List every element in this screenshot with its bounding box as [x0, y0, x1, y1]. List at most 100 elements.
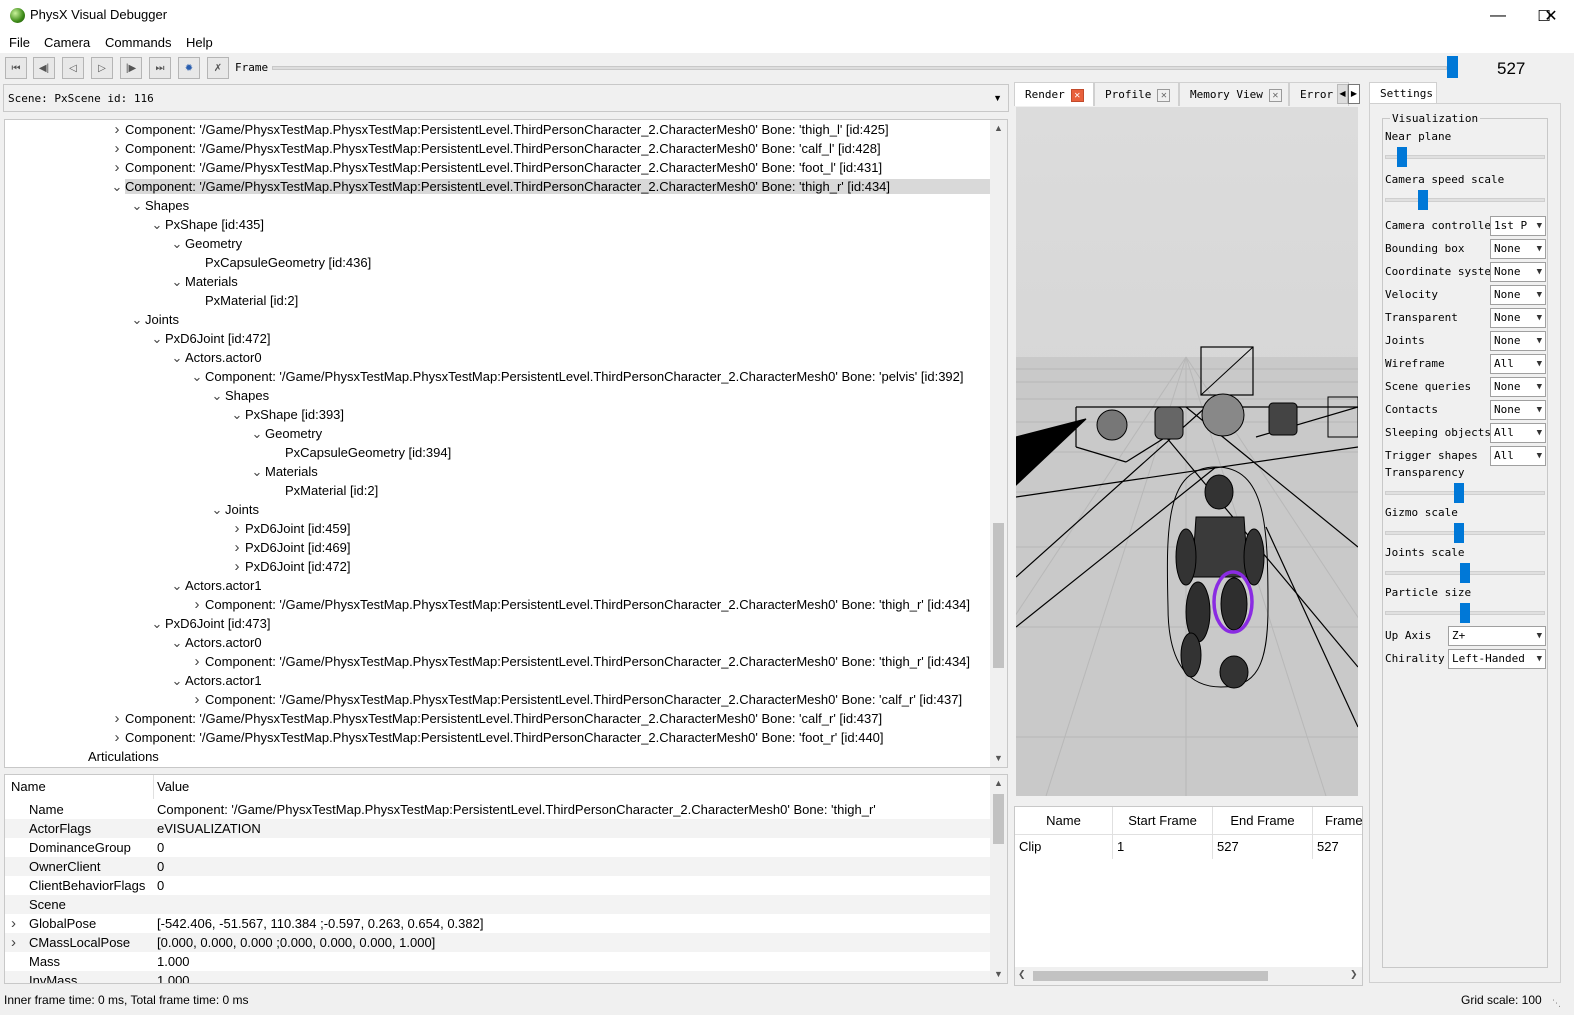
close-icon[interactable]: ✕: [1268, 88, 1282, 102]
clip-cell-end[interactable]: 527: [1213, 835, 1313, 859]
tree-node[interactable]: ⌄ Shapes: [209, 386, 270, 405]
combo-box[interactable]: None ▼: [1490, 308, 1546, 328]
clip-cell-frame[interactable]: 527: [1313, 835, 1362, 859]
clip-header-name[interactable]: Name: [1015, 807, 1113, 834]
props-scrollbar[interactable]: ▲ ▼: [990, 775, 1007, 983]
clip-header-frame[interactable]: Frame: [1313, 807, 1362, 834]
scroll-up-icon[interactable]: ▲: [990, 120, 1007, 137]
property-row[interactable]: › GlobalPose [-542.406, -51.567, 110.384 ;…: [5, 914, 991, 933]
frame-slider-thumb[interactable]: [1447, 56, 1458, 78]
chevron-down-icon[interactable]: ⌄: [129, 310, 145, 329]
scroll-down-icon[interactable]: ▼: [990, 966, 1007, 983]
property-row[interactable]: Name Component: '/Game/PhysxTestMap.Physx…: [5, 800, 991, 819]
chevron-right-icon[interactable]: ›: [229, 557, 245, 576]
scroll-thumb[interactable]: [993, 794, 1004, 844]
tree-node[interactable]: ⌄ Actors.actor0: [169, 348, 262, 367]
scroll-right-icon[interactable]: ❯: [1350, 969, 1358, 980]
chevron-down-icon[interactable]: ⌄: [169, 671, 185, 690]
chevron-right-icon[interactable]: ›: [11, 914, 16, 933]
combo-box[interactable]: All ▼: [1490, 354, 1546, 374]
tree-node[interactable]: Articulations: [88, 747, 159, 766]
slider-track[interactable]: [1385, 491, 1545, 495]
tree-node[interactable]: › Component: '/Game/PhysxTestMap.PhysxTes…: [109, 120, 889, 139]
menu-commands[interactable]: Commands: [105, 35, 171, 50]
play-button[interactable]: ▷: [91, 57, 113, 79]
tree-node[interactable]: › Component: '/Game/PhysxTestMap.PhysxTes…: [189, 690, 963, 709]
property-row[interactable]: InvMass 1.000: [5, 971, 991, 983]
disconnect-button[interactable]: ✗: [207, 57, 229, 79]
chevron-down-icon[interactable]: ⌄: [149, 329, 165, 348]
tree-node[interactable]: ⌄ PxShape [id:435]: [149, 215, 264, 234]
tree-node[interactable]: ⌄ PxShape [id:393]: [229, 405, 344, 424]
first-frame-button[interactable]: ⏮: [5, 57, 27, 79]
chevron-down-icon[interactable]: ⌄: [149, 614, 165, 633]
chevron-right-icon[interactable]: ›: [109, 728, 125, 747]
next-frame-button[interactable]: |▶: [120, 57, 142, 79]
combo-box[interactable]: All ▼: [1490, 423, 1546, 443]
combo-box[interactable]: None ▼: [1490, 262, 1546, 282]
chevron-down-icon[interactable]: ⌄: [149, 215, 165, 234]
tree-node[interactable]: ⌄ Component: '/Game/PhysxTestMap.PhysxTes…: [189, 367, 964, 386]
tree-node[interactable]: PxCapsuleGeometry [id:394]: [269, 443, 451, 462]
scene-selector[interactable]: Scene: PxScene id: 116 ▼: [3, 84, 1009, 112]
tree-node[interactable]: ⌄ Actors.actor1: [169, 576, 262, 595]
chevron-right-icon[interactable]: ›: [109, 158, 125, 177]
chevron-down-icon[interactable]: ⌄: [169, 348, 185, 367]
scroll-thumb[interactable]: [993, 523, 1004, 668]
tree-node[interactable]: ⌄ Materials: [249, 462, 318, 481]
tree-scrollbar[interactable]: ▲ ▼: [990, 120, 1007, 767]
slider-thumb[interactable]: [1454, 523, 1464, 543]
chevron-right-icon[interactable]: ›: [229, 519, 245, 538]
scroll-left-icon[interactable]: ❮: [1018, 969, 1026, 980]
tree-node[interactable]: ⌄ PxD6Joint [id:473]: [149, 614, 271, 633]
chevron-down-icon[interactable]: ⌄: [129, 196, 145, 215]
tree-node[interactable]: › Component: '/Game/PhysxTestMap.PhysxTes…: [109, 158, 883, 177]
chevron-down-icon[interactable]: ⌄: [229, 405, 245, 424]
tree-node[interactable]: › Component: '/Game/PhysxTestMap.PhysxTes…: [109, 728, 884, 747]
combo-box[interactable]: None ▼: [1490, 239, 1546, 259]
property-row[interactable]: Mass 1.000: [5, 952, 991, 971]
play-backward-button[interactable]: ◁: [62, 57, 84, 79]
combo-box[interactable]: Z+ ▼: [1448, 626, 1546, 646]
clip-cell-start[interactable]: 1: [1113, 835, 1213, 859]
chevron-right-icon[interactable]: ›: [189, 595, 205, 614]
chevron-down-icon[interactable]: ⌄: [109, 177, 125, 196]
object-tree[interactable]: › Component: '/Game/PhysxTestMap.PhysxTes…: [4, 119, 1008, 768]
close-icon[interactable]: ✕: [1070, 88, 1084, 102]
tree-node[interactable]: ⌄ Geometry: [169, 234, 243, 253]
scroll-down-icon[interactable]: ▼: [990, 750, 1007, 767]
tree-node[interactable]: › PxD6Joint [id:472]: [229, 557, 351, 576]
tree-node[interactable]: › PxD6Joint [id:459]: [229, 519, 351, 538]
chevron-down-icon[interactable]: ⌄: [169, 576, 185, 595]
frame-slider-track[interactable]: [272, 66, 1447, 70]
tree-node[interactable]: › PxD6Joint [id:469]: [229, 538, 351, 557]
render-viewport[interactable]: [1016, 107, 1358, 796]
chevron-right-icon[interactable]: ›: [11, 933, 16, 952]
menu-camera[interactable]: Camera: [44, 35, 90, 50]
tab-scroll-left-icon[interactable]: ◀: [1337, 84, 1348, 104]
resize-grip-icon[interactable]: ⋱: [1552, 998, 1566, 1012]
clip-header-end[interactable]: End Frame: [1213, 807, 1313, 834]
tree-node[interactable]: ⌄ Materials: [169, 272, 238, 291]
chevron-right-icon[interactable]: ›: [189, 652, 205, 671]
slider-thumb[interactable]: [1454, 483, 1464, 503]
chevron-right-icon[interactable]: ›: [109, 709, 125, 728]
combo-box[interactable]: None ▼: [1490, 377, 1546, 397]
slider-track[interactable]: [1385, 198, 1545, 202]
chevron-down-icon[interactable]: ⌄: [169, 633, 185, 652]
tree-node[interactable]: ⌄ Joints: [209, 500, 259, 519]
chevron-down-icon[interactable]: ⌄: [189, 367, 205, 386]
slider-track[interactable]: [1385, 531, 1545, 535]
combo-box[interactable]: All ▼: [1490, 446, 1546, 466]
tree-node[interactable]: ⌄ PxD6Joint [id:472]: [149, 329, 271, 348]
property-row[interactable]: Scene: [5, 895, 991, 914]
close-button[interactable]: ✕: [1528, 0, 1574, 31]
tree-node[interactable]: ⌄ Geometry: [249, 424, 323, 443]
clip-header-start[interactable]: Start Frame: [1113, 807, 1213, 834]
slider-thumb[interactable]: [1460, 563, 1470, 583]
tree-node[interactable]: ⌄ Actors.actor1: [169, 671, 262, 690]
clip-cell-name[interactable]: Clip: [1015, 835, 1113, 859]
chevron-right-icon[interactable]: ›: [109, 120, 125, 139]
previous-frame-button[interactable]: ◀|: [33, 57, 55, 79]
scroll-up-icon[interactable]: ▲: [990, 775, 1007, 792]
